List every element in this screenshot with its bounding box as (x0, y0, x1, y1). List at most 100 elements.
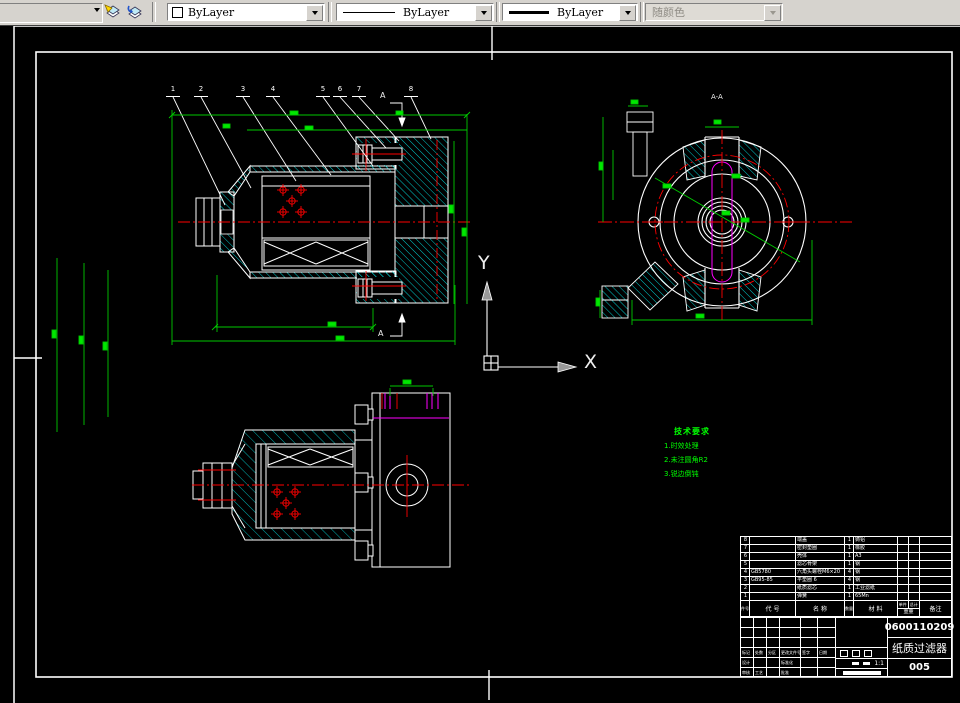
title-block-lower: 标记 处数 分区 更改文件号 签字 日期 设计 标准化 审核 工艺 批准 1:1… (741, 617, 954, 677)
cell-seq: 3 (741, 577, 750, 584)
lineweight-glyph (509, 10, 549, 14)
ucs-y-label: Y (478, 252, 490, 274)
cell-code (750, 593, 796, 600)
cell-name: 端盖 (796, 537, 845, 544)
color-dropdown-button[interactable] (306, 5, 323, 21)
parts-row: 1 弹簧 1 65Mn (741, 593, 951, 601)
linetype-control-value: ByLayer (403, 5, 450, 19)
cell-qty: 4 (845, 577, 854, 584)
parts-row: 8 端盖 1 铸铝 (741, 537, 951, 545)
toolbar-separator (640, 2, 644, 22)
cell-code: GB5780 (750, 569, 796, 576)
autocad-window: 1 2 3 4 5 6 7 8 A A A-A Y X 技术要求 1.时效处理 … (0, 0, 960, 703)
layer-combo-clipped[interactable] (0, 3, 103, 23)
revision-header-row: 标记 处数 分区 更改文件号 签字 日期 (741, 648, 835, 658)
cell-name: 滤芯骨架 (796, 561, 845, 568)
cell-code (750, 553, 796, 560)
stage-mark-boxes (836, 647, 887, 658)
title-block: 8 端盖 1 铸铝 7 密封垫圈 1 橡胶 6 壳体 1 A3 5 滤芯骨架 1… (740, 536, 954, 677)
view-label: A-A (711, 93, 723, 101)
header-material: 材 料 (854, 601, 898, 616)
header-seq: 件号 (741, 601, 750, 616)
cell-qty: 4 (845, 569, 854, 576)
cell-name: 纸质滤芯 (796, 585, 845, 592)
balloon-7: 7 (352, 85, 366, 97)
header-qty: 数量 (845, 601, 854, 616)
technical-notes: 技术要求 1.时效处理 2.未注圆角R2 3.锐边倒钝 (664, 426, 774, 479)
note-line: 1.时效处理 (664, 442, 699, 450)
cell-code: GB95-85 (750, 577, 796, 584)
chevron-down-icon (311, 11, 318, 15)
cell-seq: 7 (741, 545, 750, 552)
chevron-down-icon (94, 8, 100, 12)
linetype-control[interactable]: ByLayer (336, 3, 494, 21)
stage-scale-area: 1:1 (835, 618, 887, 676)
product-name: 纸质过滤器 (888, 638, 951, 659)
cell-material: 工业滤纸 (854, 585, 898, 592)
parts-row: 6 壳体 1 A3 (741, 553, 951, 561)
cell-seq: 5 (741, 561, 750, 568)
linetype-dropdown-button[interactable] (475, 5, 492, 21)
section-arrow-label-top: A (380, 91, 386, 100)
balloon-8: 8 (404, 85, 418, 97)
cell-material: 钢 (854, 577, 898, 584)
cell-material: 钢 (854, 569, 898, 576)
header-remark: 备注 (929, 606, 942, 613)
lineweight-dropdown-button[interactable] (619, 5, 636, 21)
balloon-4: 4 (266, 85, 280, 97)
cell-seq: 8 (741, 537, 750, 544)
text-blob (863, 662, 871, 665)
header-code: 代 号 (750, 601, 796, 616)
cell-name: 平垫圈 6 (796, 577, 845, 584)
signature-grid: 标记 处数 分区 更改文件号 签字 日期 设计 标准化 审核 工艺 批准 (741, 618, 835, 677)
lineweight-control[interactable]: ByLayer (502, 3, 638, 21)
header-name: 名 称 (796, 601, 845, 616)
cell-qty: 1 (845, 585, 854, 592)
parts-row: 5 滤芯骨架 1 钢 (741, 561, 951, 569)
make-object-layer-current-button[interactable] (103, 3, 123, 22)
toolbar-separator (496, 2, 500, 22)
cell-code (750, 585, 796, 592)
org-name-row (836, 668, 887, 677)
balloon-1: 1 (166, 85, 180, 97)
cell-name: 弹簧 (796, 593, 845, 600)
section-arrow-label-bottom: A (378, 329, 384, 338)
chevron-down-icon (624, 11, 631, 15)
title-block-right: 0600110209 纸质过滤器 005 (885, 618, 954, 676)
cell-code (750, 537, 796, 544)
cell-qty: 1 (845, 545, 854, 552)
drawing-canvas[interactable]: 1 2 3 4 5 6 7 8 A A A-A Y X 技术要求 1.时效处理 … (0, 0, 960, 703)
cell-material: 铸铝 (854, 537, 898, 544)
note-line: 3.锐边倒钝 (664, 470, 699, 478)
toolbar-separator (328, 2, 332, 22)
balloon-2: 2 (194, 85, 208, 97)
signature-row: 审核 工艺 批准 (741, 668, 835, 677)
color-control[interactable]: ByLayer (167, 3, 325, 21)
cell-seq: 4 (741, 569, 750, 576)
scale-value: 1:1 (874, 660, 884, 667)
cell-material: 钢 (854, 561, 898, 568)
cell-name: 密封垫圈 (796, 545, 845, 552)
text-blob (852, 662, 860, 665)
header-weight-group: 单件 总计 重量 (898, 601, 920, 616)
parts-row: 3 GB95-85 平垫圈 6 4 钢 (741, 577, 951, 585)
header-weight: 重量 (903, 609, 914, 615)
cell-name: 六角头螺栓M6×20 (796, 569, 845, 576)
cell-qty: 1 (845, 593, 854, 600)
sheet-number: 005 (909, 662, 930, 673)
cell-material: 橡胶 (854, 545, 898, 552)
cell-seq: 2 (741, 585, 750, 592)
lineweight-control-value: ByLayer (557, 5, 604, 19)
balloon-5: 5 (316, 85, 330, 97)
main-section-view (172, 96, 472, 337)
color-control-value: ByLayer (188, 5, 235, 19)
layer-previous-button[interactable] (125, 3, 145, 22)
cell-material: 65Mn (854, 593, 898, 600)
cell-material: A3 (854, 553, 898, 560)
make-object-layer-current-icon (104, 4, 120, 18)
cell-qty: 1 (845, 537, 854, 544)
cell-code (750, 545, 796, 552)
chevron-down-icon (769, 11, 776, 15)
linetype-glyph (343, 11, 395, 13)
parts-row: 7 密封垫圈 1 橡胶 (741, 545, 951, 553)
